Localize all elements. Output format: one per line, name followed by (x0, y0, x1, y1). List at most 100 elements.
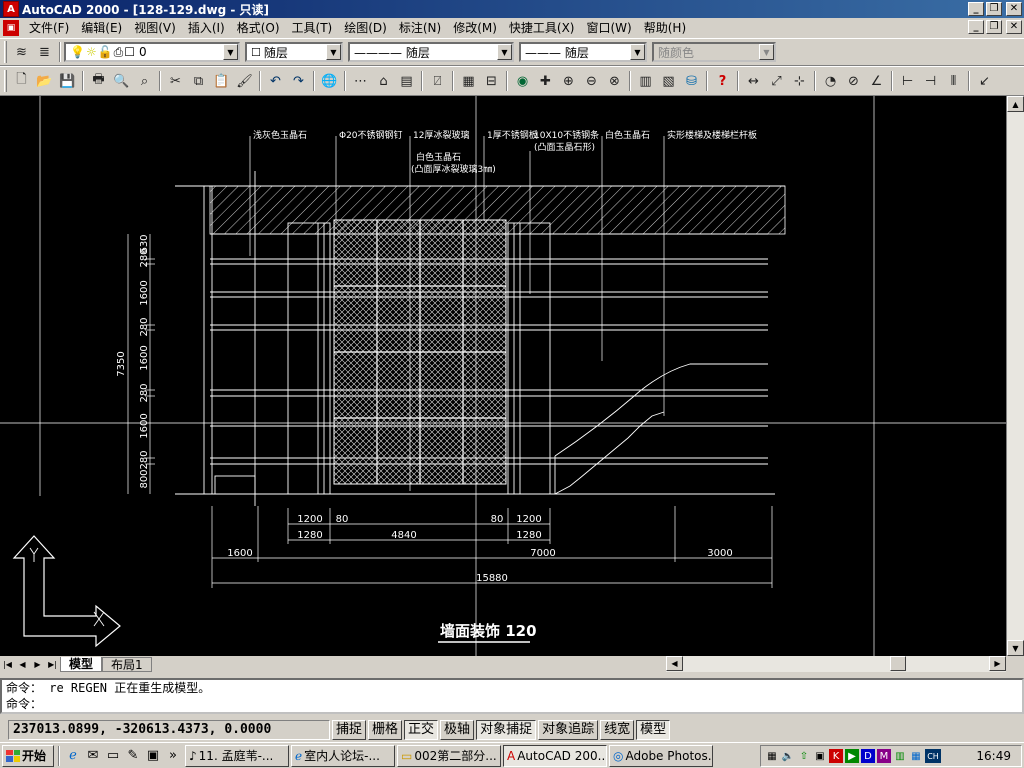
database-icon[interactable]: ⛁ (680, 70, 703, 92)
tray-d-icon[interactable]: D (861, 749, 875, 763)
leader-icon[interactable]: ↙ (973, 70, 996, 92)
help-icon[interactable]: ? (711, 70, 734, 92)
publish-icon[interactable]: ⌕ (133, 70, 156, 92)
plotstyle-dropdown[interactable]: 随颜色 ▼ (652, 42, 776, 62)
autocad-icon[interactable]: A (3, 1, 19, 17)
menu-format[interactable]: 格式(O) (231, 19, 286, 37)
tray-m-icon[interactable]: M (877, 749, 891, 763)
pan-realtime-icon[interactable]: ◉ (511, 70, 534, 92)
volume-icon[interactable]: 🔈 (781, 749, 795, 763)
menu-draw[interactable]: 绘图(D) (338, 19, 393, 37)
zoom-previous-icon[interactable]: ⊖ (580, 70, 603, 92)
web-browse-icon[interactable]: 🌐 (318, 70, 341, 92)
zoom-extents-icon[interactable]: ⊗ (603, 70, 626, 92)
redo-icon[interactable]: ↷ (287, 70, 310, 92)
scroll-right-icon[interactable]: ▶ (989, 656, 1006, 671)
tab-model[interactable]: 模型 (60, 656, 103, 672)
title-bar[interactable]: A AutoCAD 2000 - [128-129.dwg - 只读] _ ❐ … (0, 0, 1024, 18)
scroll-thumb[interactable] (890, 656, 906, 671)
snap-toggle[interactable]: 捕捉 (332, 720, 367, 740)
network-icon[interactable]: ▦ (765, 749, 779, 763)
tab-layout1[interactable]: 布局1 (102, 656, 152, 672)
last-tab-icon[interactable]: ▶| (45, 657, 60, 671)
tray-grid-icon[interactable]: ▦ (909, 749, 923, 763)
model-toggle[interactable]: 模型 (636, 720, 671, 740)
start-button[interactable]: 开始 (2, 744, 54, 767)
menu-view[interactable]: 视图(V) (128, 19, 182, 37)
menu-tools[interactable]: 工具(T) (286, 19, 339, 37)
scroll-up-icon[interactable]: ▲ (1007, 96, 1024, 112)
task-photoshop[interactable]: ◎ Adobe Photos... (609, 744, 713, 767)
menu-shortcut-tools[interactable]: 快捷工具(X) (503, 19, 581, 37)
save-icon[interactable]: 💾 (56, 70, 79, 92)
menu-window[interactable]: 窗口(W) (581, 19, 638, 37)
undo-icon[interactable]: ↶ (264, 70, 287, 92)
menu-insert[interactable]: 插入(I) (182, 19, 231, 37)
properties-icon[interactable]: ▥ (634, 70, 657, 92)
restore-button[interactable]: ❐ (986, 2, 1002, 16)
osnap-toggle[interactable]: 对象捕捉 (476, 720, 537, 740)
layer-manager-icon[interactable]: ≋ (10, 41, 33, 63)
chevron-down-icon[interactable]: ▼ (630, 44, 645, 60)
doc-minimize-button[interactable]: _ (968, 20, 984, 34)
paste-icon[interactable]: 📋 (210, 70, 233, 92)
drawing-area[interactable]: 浅灰色玉晶石 Φ20不锈钢钢钉 12厚冰裂玻璃 白色玉晶石 (凸面厚冰裂玻璃3㎜… (0, 96, 1006, 656)
command-prompt[interactable]: 命令： (2, 696, 1022, 712)
dim-aligned-icon[interactable]: ⤢ (765, 70, 788, 92)
tray-arrow-icon[interactable]: ⇧ (797, 749, 811, 763)
language-indicator[interactable]: CH (925, 749, 941, 763)
chevron-down-icon[interactable]: ▼ (759, 44, 774, 60)
make-layer-current-icon[interactable]: ≣ (33, 41, 56, 63)
command-window[interactable]: 命令： re REGEN 正在重生成模型。 命令： (0, 678, 1024, 714)
menu-edit[interactable]: 编辑(E) (75, 19, 128, 37)
task-forum[interactable]: ℯ 室内人论坛-... (291, 744, 395, 767)
zoom-realtime-icon[interactable]: ✚ (534, 70, 557, 92)
vertical-scrollbar[interactable]: ▲ ▼ (1006, 96, 1024, 656)
ucs-icon[interactable]: ⌂ (372, 70, 395, 92)
more-icon[interactable]: » (163, 746, 183, 766)
open-folder-icon[interactable]: 📂 (33, 70, 56, 92)
dim-angular-icon[interactable]: ∠ (865, 70, 888, 92)
chevron-down-icon[interactable]: ▼ (223, 44, 238, 60)
task-music[interactable]: ♪ 11. 孟庭苇-... (185, 744, 289, 767)
menu-modify[interactable]: 修改(M) (447, 19, 503, 37)
doc-restore-button[interactable]: ❐ (986, 20, 1002, 34)
close-button[interactable]: ✕ (1006, 2, 1022, 16)
tray-app-icon[interactable]: ▣ (813, 749, 827, 763)
named-views-icon[interactable]: ▦ (457, 70, 480, 92)
task-folder[interactable]: ▭ 002第二部分... (397, 744, 501, 767)
layer-dropdown[interactable]: 💡 ☼ 🔓 ⎙ ☐ 0 ▼ (64, 42, 240, 62)
tray-play-icon[interactable]: ▶ (845, 749, 859, 763)
menu-file[interactable]: 文件(F) (23, 19, 75, 37)
document-icon[interactable]: ▣ (3, 20, 19, 36)
new-file-icon[interactable]: 🗋 (10, 70, 33, 92)
otrack-toggle[interactable]: 对象追踪 (538, 720, 599, 740)
copy-icon[interactable]: ⧉ (187, 70, 210, 92)
tools-icon[interactable]: ✎ (123, 746, 143, 766)
show-desktop-icon[interactable]: ▭ (103, 746, 123, 766)
media-icon[interactable]: ▣ (143, 746, 163, 766)
dim-radius-icon[interactable]: ◔ (819, 70, 842, 92)
minimize-button[interactable]: _ (968, 2, 984, 16)
chevron-down-icon[interactable]: ▼ (497, 44, 512, 60)
clock[interactable]: 16:49 (976, 749, 1011, 763)
lineweight-dropdown[interactable]: ——— 随层 ▼ (519, 42, 647, 62)
task-autocad[interactable]: A AutoCAD 200... (503, 744, 607, 767)
dim-diameter-icon[interactable]: ⊘ (842, 70, 865, 92)
lineweight-toggle[interactable]: 线宽 (600, 720, 635, 740)
coordinate-readout[interactable]: 237013.0899, -320613.4373, 0.0000 (8, 720, 330, 740)
first-tab-icon[interactable]: |◀ (0, 657, 15, 671)
scroll-left-icon[interactable]: ◀ (666, 656, 683, 671)
polar-toggle[interactable]: 极轴 (440, 720, 475, 740)
insert-block-icon[interactable]: ▤ (395, 70, 418, 92)
menu-help[interactable]: 帮助(H) (638, 19, 692, 37)
dim-continue-icon[interactable]: ⊣ (919, 70, 942, 92)
grid-toggle[interactable]: 栅格 (368, 720, 403, 740)
tray-k-icon[interactable]: K (829, 749, 843, 763)
zoom-window-icon[interactable]: ⊕ (557, 70, 580, 92)
color-dropdown[interactable]: ☐ 随层 ▼ (245, 42, 343, 62)
print-preview-icon[interactable]: 🔍 (110, 70, 133, 92)
viewports-icon[interactable]: ⊟ (480, 70, 503, 92)
design-center-icon[interactable]: ▧ (657, 70, 680, 92)
menu-dimension[interactable]: 标注(N) (393, 19, 447, 37)
